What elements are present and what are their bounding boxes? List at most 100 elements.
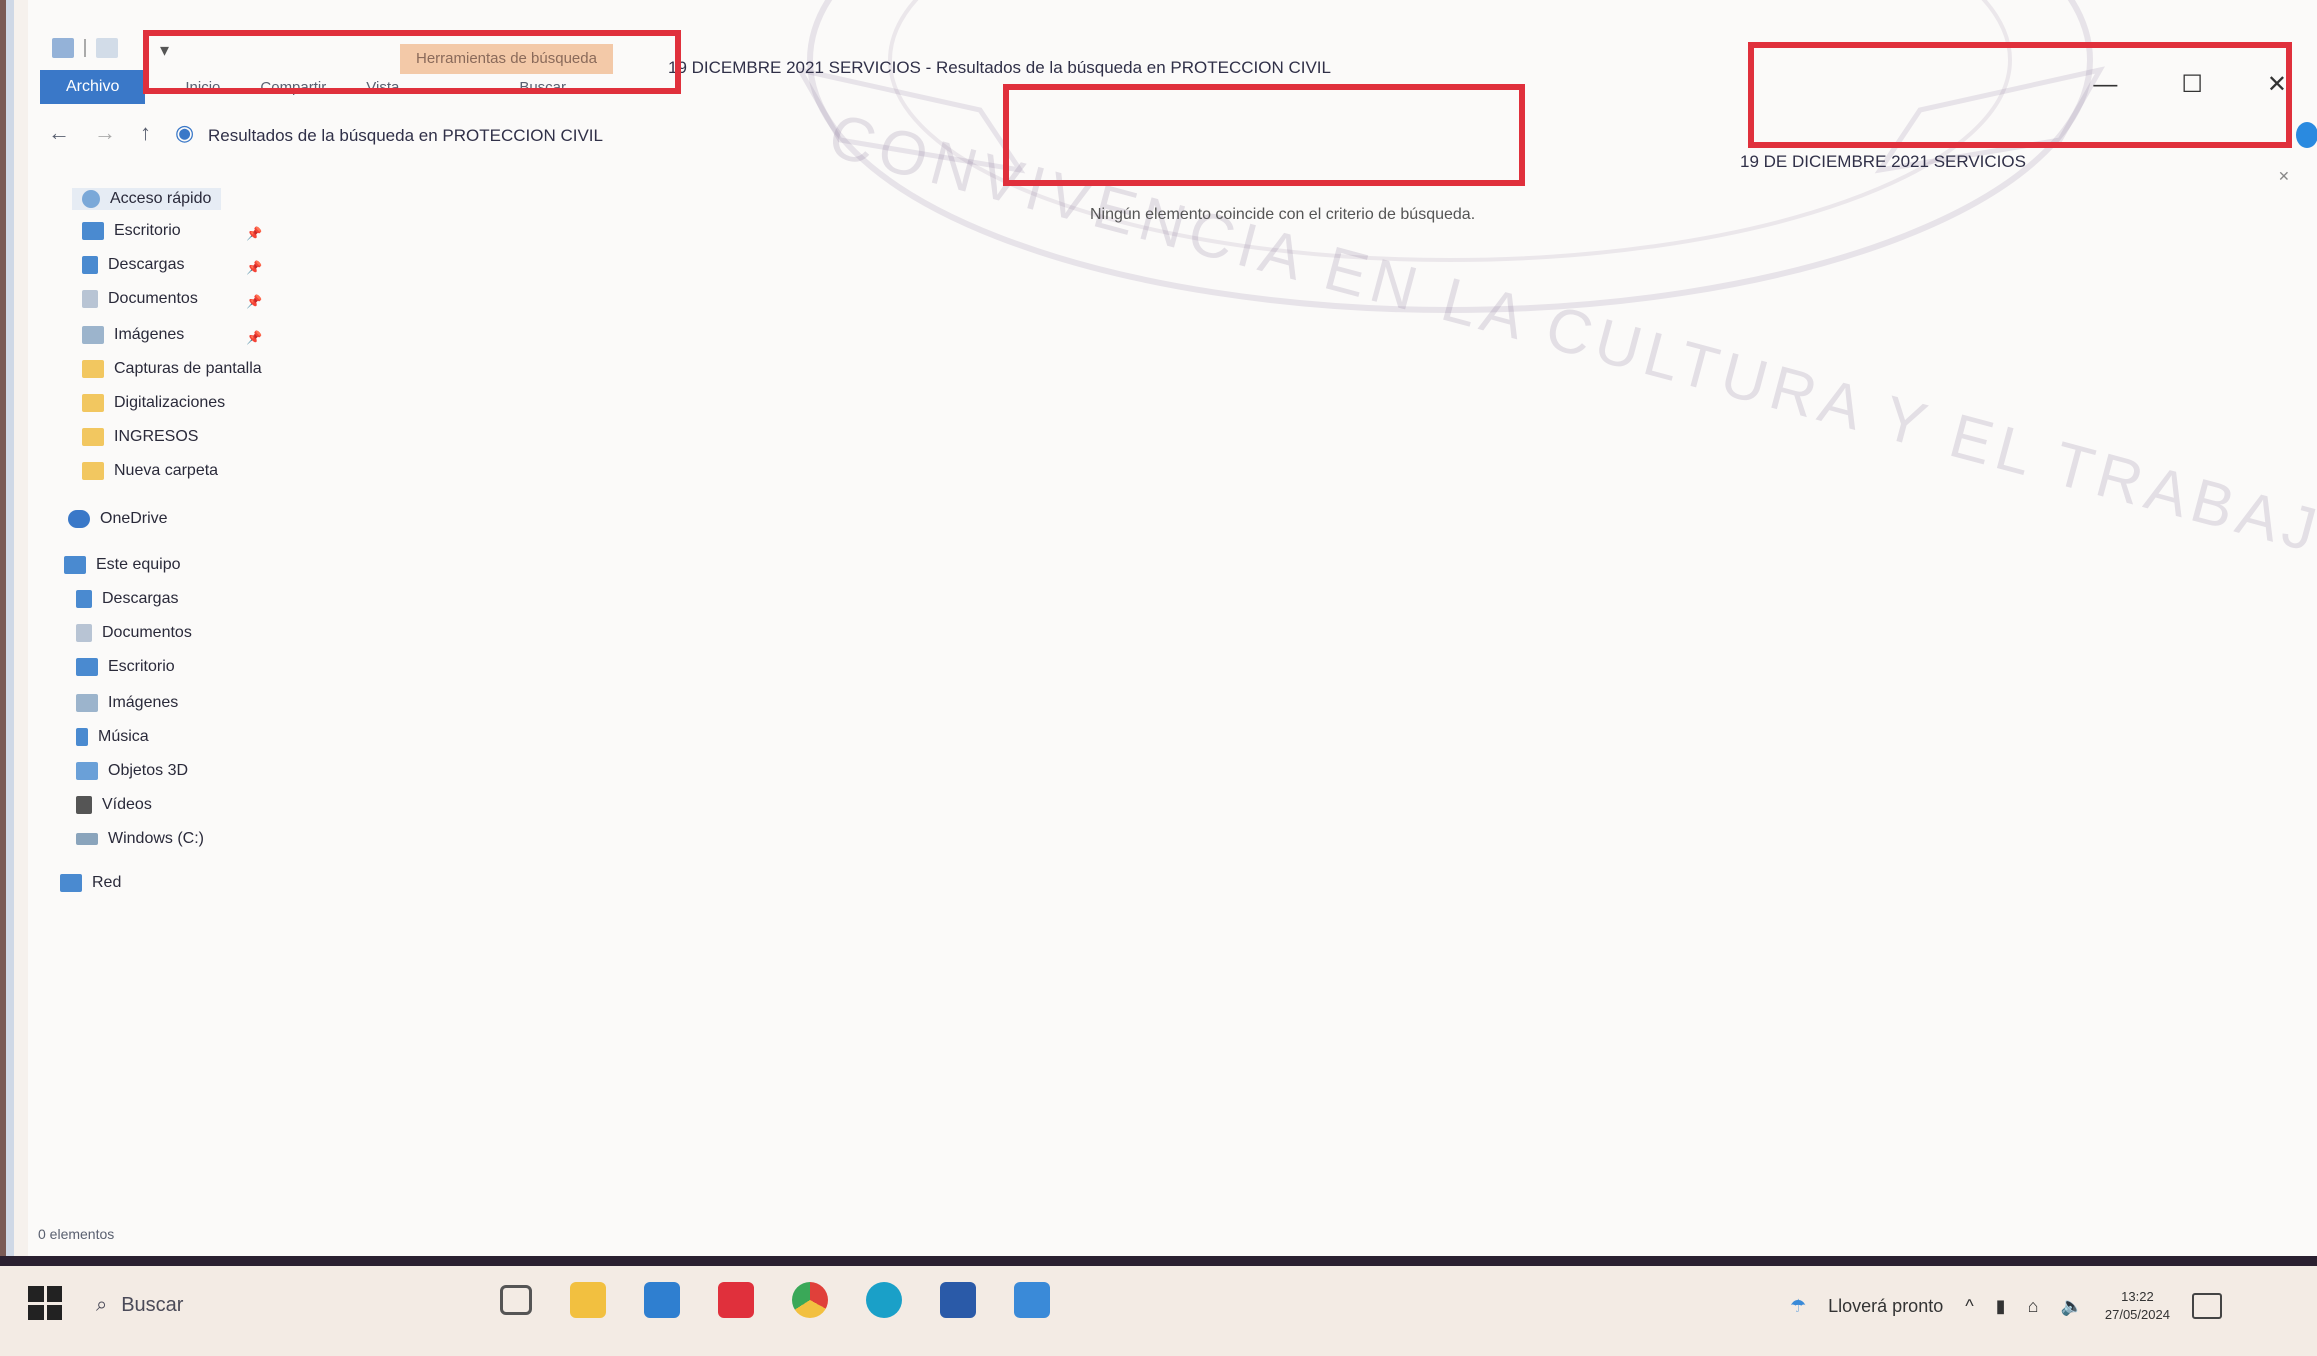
drive-icon: [76, 833, 98, 845]
tab-archivo[interactable]: Archivo: [40, 70, 146, 104]
app-icon[interactable]: [1014, 1282, 1050, 1318]
sidebar-item-pc-documentos[interactable]: Documentos: [76, 624, 192, 642]
sidebar-item-este-equipo[interactable]: Este equipo: [64, 556, 181, 574]
taskbar-search-box[interactable]: ⌕ Buscar: [86, 1274, 496, 1336]
sidebar-item-label: Nueva carpeta: [114, 462, 219, 479]
properties-icon[interactable]: [96, 38, 118, 58]
chrome-icon[interactable]: [792, 1282, 828, 1318]
sidebar-item-pc-videos[interactable]: Vídeos: [76, 796, 152, 814]
sidebar-item-label: Vídeos: [102, 796, 152, 813]
tab-compartir[interactable]: Compartir: [260, 79, 326, 96]
window-title: 19 DICEMBRE 2021 SERVICIOS - Resultados …: [668, 58, 1331, 77]
windows-logo-icon: [28, 1304, 44, 1320]
navigation-buttons: ← → ↑ ◉: [48, 120, 194, 146]
clear-search-icon[interactable]: ✕: [2278, 168, 2290, 185]
sidebar-item-pc-descargas[interactable]: Descargas: [76, 590, 178, 608]
sidebar-item-label: Red: [92, 874, 122, 891]
sidebar-item-label: Objetos 3D: [108, 762, 189, 779]
tab-inicio[interactable]: Inicio: [185, 79, 220, 96]
image-icon: [76, 694, 98, 712]
sidebar-item-nueva-carpeta[interactable]: Nueva carpeta: [82, 462, 218, 480]
status-bar-item-count: 0 elementos: [38, 1226, 115, 1242]
minimize-button[interactable]: —: [2093, 71, 2117, 99]
search-results-icon: ◉: [175, 120, 195, 145]
task-view-icon[interactable]: [500, 1285, 532, 1315]
sidebar-item-label: Windows (C:): [108, 830, 205, 847]
sidebar-item-label: Documentos: [102, 624, 192, 641]
sidebar-item-quick-access[interactable]: Acceso rápido: [72, 188, 222, 210]
battery-icon[interactable]: ▮: [1996, 1296, 2006, 1317]
toolbar-separator: [84, 39, 86, 57]
music-icon: [76, 728, 88, 746]
file-explorer-icon[interactable]: [570, 1282, 606, 1318]
empty-results-message: Ningún elemento coincide con el criterio…: [1090, 206, 1476, 223]
notification-center-icon[interactable]: [2191, 1293, 2222, 1319]
search-icon: ⌕: [96, 1293, 108, 1316]
up-arrow-icon[interactable]: ↑: [140, 120, 151, 146]
pin-icon: 📌: [246, 226, 263, 241]
back-arrow-icon[interactable]: ←: [48, 120, 70, 146]
weather-text[interactable]: Lloverá pronto: [1828, 1296, 1943, 1317]
cube-icon: [76, 762, 98, 780]
taskbar-search-placeholder: Buscar: [121, 1293, 184, 1316]
sidebar-item-label: Descargas: [108, 256, 185, 273]
star-icon: [82, 190, 100, 208]
clock-time: 13:22: [2121, 1289, 2154, 1304]
sidebar-item-red[interactable]: Red: [60, 874, 121, 892]
window-controls: — ☐ ✕: [2093, 70, 2287, 99]
sidebar-item-pc-windows-c[interactable]: Windows (C:): [76, 830, 204, 848]
download-icon: [76, 590, 92, 608]
sidebar-item-label: INGRESOS: [114, 428, 199, 445]
volume-icon[interactable]: 🔈: [2060, 1296, 2082, 1317]
mail-icon[interactable]: [644, 1282, 680, 1318]
system-tray: ☂ Lloverá pronto ^ ▮ ⌂ 🔈 13:22 27/05/202…: [1790, 1288, 2222, 1324]
pdf-reader-icon[interactable]: [718, 1282, 754, 1318]
ribbon-tabs: Archivo Inicio Compartir Vista Buscar: [40, 70, 566, 104]
address-bar: ← → ↑ ◉ Resultados de la búsqueda en PRO…: [28, 116, 2317, 156]
customize-toolbar-dropdown-icon[interactable]: ▾: [160, 40, 169, 61]
maximize-button[interactable]: ☐: [2181, 70, 2203, 99]
folder-icon[interactable]: [52, 38, 74, 58]
forward-arrow-icon[interactable]: →: [94, 120, 116, 146]
sidebar-item-ingresos[interactable]: INGRESOS: [82, 428, 198, 446]
sidebar-item-capturas[interactable]: Capturas de pantalla: [82, 360, 262, 378]
taskbar-clock[interactable]: 13:22 27/05/2024: [2105, 1288, 2170, 1324]
sidebar-item-label: Escritorio: [108, 658, 175, 675]
sidebar-item-pc-musica[interactable]: Música: [76, 728, 149, 746]
tab-buscar[interactable]: Buscar: [519, 79, 566, 96]
windows-logo-icon: [46, 1286, 62, 1302]
sidebar-item-pc-escritorio[interactable]: Escritorio: [76, 658, 175, 676]
start-button[interactable]: [28, 1286, 62, 1320]
sidebar-item-pc-imagenes[interactable]: Imágenes: [76, 694, 178, 712]
sidebar-item-imagenes[interactable]: Imágenes: [82, 326, 184, 344]
sidebar-item-documentos[interactable]: Documentos: [82, 290, 198, 308]
image-icon: [82, 326, 104, 344]
tab-vista[interactable]: Vista: [366, 79, 399, 96]
folder-icon: [82, 360, 104, 378]
edge-icon[interactable]: [866, 1282, 902, 1318]
word-icon[interactable]: [940, 1282, 976, 1318]
sidebar-item-label: Música: [98, 728, 149, 745]
document-icon: [82, 290, 98, 308]
title-bar: ▾ Herramientas de búsqueda 19 DICEMBRE 2…: [28, 0, 2317, 120]
sidebar-item-descargas[interactable]: Descargas: [82, 256, 184, 274]
address-path[interactable]: Resultados de la búsqueda en PROTECCION …: [208, 126, 603, 146]
sidebar-item-onedrive[interactable]: OneDrive: [68, 510, 168, 528]
sidebar-item-label: Escritorio: [114, 222, 181, 239]
sidebar-item-label: Digitalizaciones: [114, 394, 226, 411]
pin-icon: 📌: [246, 294, 263, 309]
cloud-icon: [68, 510, 90, 528]
desktop-icon: [76, 658, 98, 676]
close-button[interactable]: ✕: [2267, 70, 2287, 99]
sidebar-item-pc-objetos-3d[interactable]: Objetos 3D: [76, 762, 188, 780]
weather-icon[interactable]: ☂: [1790, 1296, 1806, 1317]
notification-dot-icon: [2296, 122, 2317, 148]
sidebar-item-escritorio[interactable]: Escritorio: [82, 222, 181, 240]
network-tray-icon[interactable]: ⌂: [2028, 1296, 2039, 1317]
search-input[interactable]: 19 DE DICIEMBRE 2021 SERVICIOS: [1740, 152, 2026, 172]
windows-logo-icon: [28, 1286, 44, 1302]
chevron-up-icon[interactable]: ^: [1965, 1296, 1973, 1317]
sidebar-item-digitalizaciones[interactable]: Digitalizaciones: [82, 394, 225, 412]
window-edge: [0, 0, 28, 1260]
sidebar-item-label: Imágenes: [114, 326, 185, 343]
